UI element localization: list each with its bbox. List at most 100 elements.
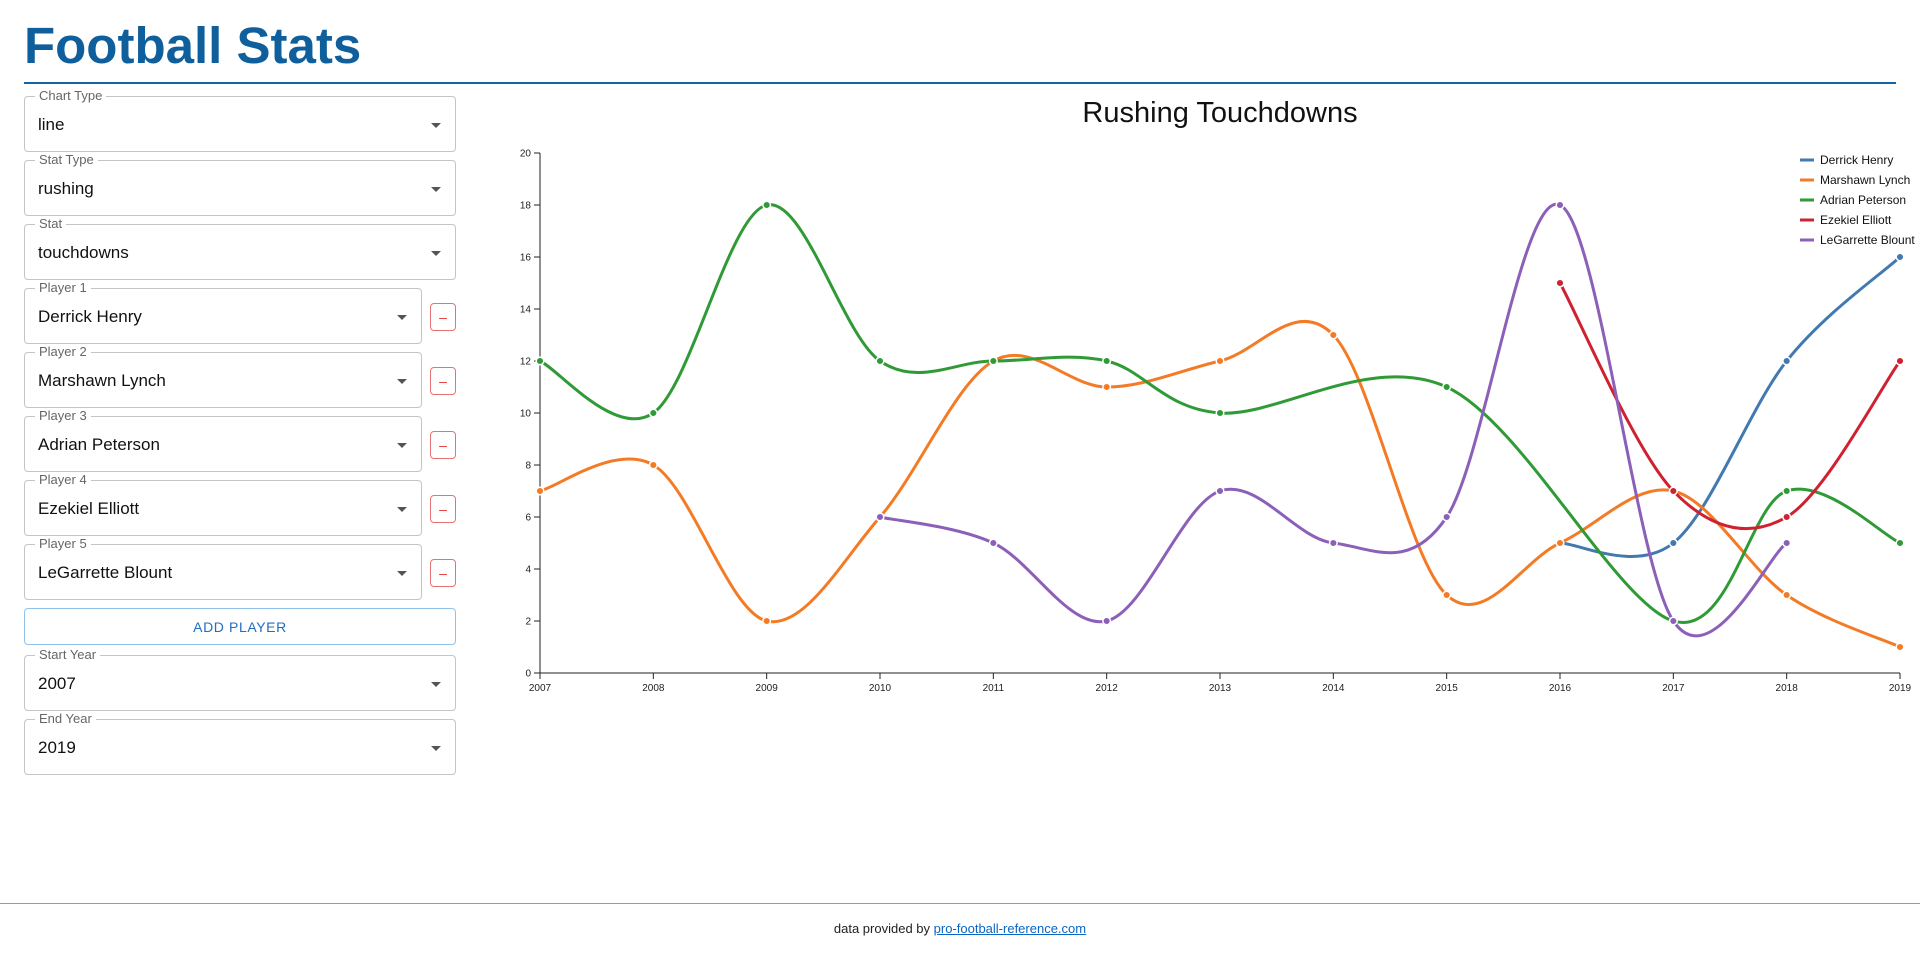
x-tick-label: 2017: [1662, 683, 1685, 694]
x-tick-label: 2012: [1096, 683, 1119, 694]
chevron-down-icon: [431, 746, 441, 751]
x-tick-label: 2014: [1322, 683, 1345, 694]
data-point-adrian-peterson: [988, 356, 998, 366]
x-tick-label: 2015: [1436, 683, 1459, 694]
y-tick-label: 6: [525, 513, 531, 524]
legend-label: Adrian Peterson: [1820, 193, 1906, 207]
data-point-ezekiel-elliott: [1895, 356, 1905, 366]
chevron-down-icon: [431, 251, 441, 256]
legend-label: Ezekiel Elliott: [1820, 213, 1892, 227]
data-point-adrian-peterson: [1442, 382, 1452, 392]
player-5-value: LeGarrette Blount: [38, 563, 173, 582]
chart-type-label: Chart Type: [35, 88, 107, 104]
y-tick-label: 12: [520, 357, 532, 368]
player-4-label: Player 4: [35, 472, 91, 488]
player-4-select[interactable]: Player 4 Ezekiel Elliott: [24, 472, 422, 536]
y-tick-label: 20: [520, 149, 532, 160]
end-year-select[interactable]: End Year 2019: [24, 711, 456, 775]
data-point-legarrette-blount: [1215, 486, 1225, 496]
data-point-ezekiel-elliott: [1782, 512, 1792, 522]
footer: data provided by pro-football-reference.…: [0, 921, 1920, 936]
data-point-adrian-peterson: [1895, 538, 1905, 548]
start-year-select[interactable]: Start Year 2007: [24, 647, 456, 711]
data-point-adrian-peterson: [1215, 408, 1225, 418]
stat-type-value: rushing: [38, 179, 94, 198]
remove-player-3-button[interactable]: –: [430, 431, 456, 459]
x-tick-label: 2019: [1889, 683, 1912, 694]
stat-type-select[interactable]: Stat Type rushing: [24, 152, 456, 216]
app-header: Football Stats: [24, 16, 1896, 84]
data-point-adrian-peterson: [875, 356, 885, 366]
data-point-marshawn-lynch: [1555, 538, 1565, 548]
data-point-adrian-peterson: [535, 356, 545, 366]
data-point-marshawn-lynch: [648, 460, 658, 470]
line-chart: Rushing Touchdowns2007 2008 2009 2010 2011 20…: [520, 97, 1916, 694]
x-tick-label: 2018: [1776, 683, 1799, 694]
x-tick-label: 2016: [1549, 683, 1572, 694]
footer-prefix: data provided by: [833, 921, 931, 936]
chevron-down-icon: [397, 507, 407, 512]
series-line-ezekiel-elliott: [1558, 281, 1902, 531]
player-5-select[interactable]: Player 5 LeGarrette Blount: [24, 536, 422, 600]
y-tick-label: 16: [520, 253, 532, 264]
header-divider: [24, 82, 1896, 84]
data-point-derrick-henry: [1895, 252, 1905, 262]
data-point-marshawn-lynch: [762, 616, 772, 626]
stat-type-label: Stat Type: [35, 152, 98, 168]
remove-player-2-button[interactable]: –: [430, 367, 456, 395]
data-source-link[interactable]: pro-football-reference.com: [934, 921, 1086, 936]
legend-label: LeGarrette Blount: [1820, 233, 1915, 247]
chevron-down-icon: [397, 315, 407, 320]
player-1-select[interactable]: Player 1 Derrick Henry: [24, 280, 422, 344]
data-point-legarrette-blount: [988, 538, 998, 548]
player-3-select[interactable]: Player 3 Adrian Peterson: [24, 408, 422, 472]
data-point-adrian-peterson: [1102, 356, 1112, 366]
y-tick-label: 10: [520, 409, 532, 420]
chevron-down-icon: [397, 379, 407, 384]
data-point-legarrette-blount: [1782, 538, 1792, 548]
start-year-label: Start Year: [35, 647, 101, 663]
data-point-derrick-henry: [1782, 356, 1792, 366]
chevron-down-icon: [431, 187, 441, 192]
data-point-legarrette-blount: [1442, 512, 1452, 522]
player-row-4: Player 4 Ezekiel Elliott –: [24, 472, 456, 536]
chevron-down-icon: [431, 123, 441, 128]
data-point-derrick-henry: [1668, 538, 1678, 548]
end-year-value: 2019: [38, 738, 76, 757]
player-5-label: Player 5: [35, 536, 91, 552]
x-tick-label: 2010: [869, 683, 892, 694]
remove-player-1-button[interactable]: –: [430, 303, 456, 331]
y-tick-label: 18: [520, 201, 532, 212]
player-3-label: Player 3: [35, 408, 91, 424]
y-tick-label: 14: [520, 305, 532, 316]
player-4-value: Ezekiel Elliott: [38, 499, 140, 518]
x-tick-label: 2011: [983, 683, 1005, 694]
end-year-label: End Year: [35, 711, 96, 727]
app-title: Football Stats: [24, 17, 362, 74]
chevron-down-icon: [397, 443, 407, 448]
data-point-legarrette-blount: [1555, 200, 1565, 210]
chart-type-select[interactable]: Chart Type line: [24, 88, 456, 152]
chevron-down-icon: [431, 682, 441, 687]
legend-label: Marshawn Lynch: [1820, 173, 1910, 187]
player-1-label: Player 1: [35, 280, 91, 296]
footer-divider: [0, 903, 1920, 904]
x-tick-label: 2008: [642, 683, 665, 694]
controls-sidebar: Chart Type line Stat Type rushing Stat t…: [24, 88, 456, 783]
data-point-legarrette-blount: [1668, 616, 1678, 626]
data-point-marshawn-lynch: [1215, 356, 1225, 366]
player-row-2: Player 2 Marshawn Lynch –: [24, 344, 456, 408]
stat-value: touchdowns: [38, 243, 129, 262]
player-2-value: Marshawn Lynch: [38, 371, 166, 390]
x-tick-label: 2009: [756, 683, 779, 694]
player-2-select[interactable]: Player 2 Marshawn Lynch: [24, 344, 422, 408]
data-point-marshawn-lynch: [1442, 590, 1452, 600]
data-point-marshawn-lynch: [1328, 330, 1338, 340]
add-player-button[interactable]: ADD PLAYER: [24, 608, 456, 645]
data-point-adrian-peterson: [762, 200, 772, 210]
data-point-ezekiel-elliott: [1668, 486, 1678, 496]
remove-player-5-button[interactable]: –: [430, 559, 456, 587]
chart-title: Rushing Touchdowns: [1082, 97, 1357, 129]
remove-player-4-button[interactable]: –: [430, 495, 456, 523]
stat-select[interactable]: Stat touchdowns: [24, 216, 456, 280]
